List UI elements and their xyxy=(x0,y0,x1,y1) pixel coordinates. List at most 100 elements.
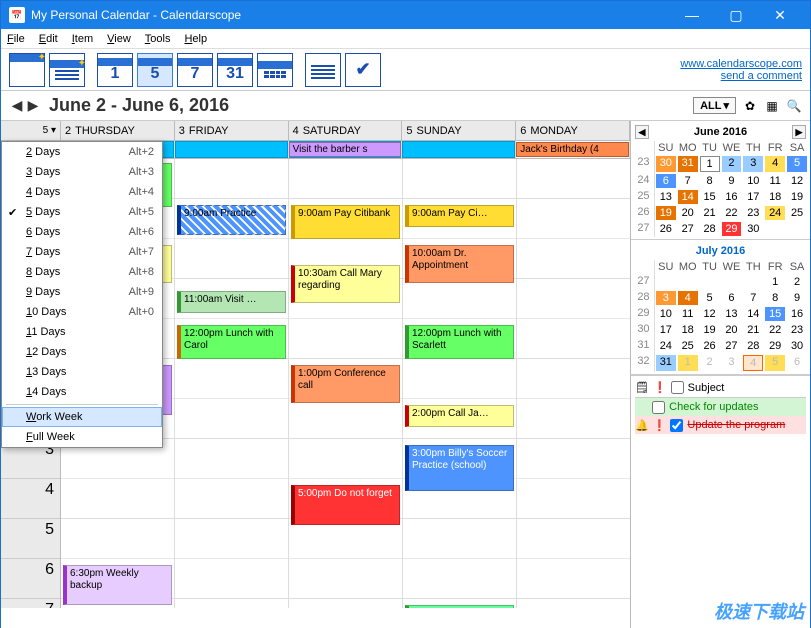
mini-cal-day[interactable]: 3 xyxy=(656,291,676,305)
mini-cal-day[interactable]: 11 xyxy=(678,307,698,321)
task-select-all[interactable] xyxy=(671,381,684,394)
mini-cal-day[interactable]: 4 xyxy=(765,156,785,172)
mini-cal-day[interactable]: 13 xyxy=(656,190,676,204)
mini-cal-day[interactable]: 26 xyxy=(656,222,676,236)
mini-cal-day[interactable]: 16 xyxy=(787,307,807,321)
prev-range-button[interactable]: ◀ xyxy=(9,96,25,116)
mini-cal-day[interactable]: 19 xyxy=(656,206,676,220)
close-button[interactable]: ✕ xyxy=(758,1,802,29)
calendar-event[interactable]: 9:00am Practice xyxy=(177,205,286,235)
mini-cal-day[interactable]: 31 xyxy=(678,156,698,172)
menu-tools[interactable]: Tools xyxy=(145,33,171,45)
tool-tasks[interactable]: ✔ xyxy=(345,53,381,87)
link-comment[interactable]: send a comment xyxy=(680,70,802,82)
dropdown-item[interactable]: 14 Days xyxy=(2,382,162,402)
mini-cal-day[interactable]: 13 xyxy=(722,307,742,321)
allday-event[interactable]: Visit the barber s xyxy=(289,142,402,157)
mini-cal-day[interactable]: 29 xyxy=(722,222,742,236)
dropdown-item[interactable]: 12 Days xyxy=(2,342,162,362)
days-count-dropdown[interactable]: 5 ▾ xyxy=(1,121,61,140)
mini-cal-day[interactable]: 15 xyxy=(765,307,785,321)
mini-cal-day[interactable]: 21 xyxy=(700,206,720,220)
mini-cal-day[interactable]: 25 xyxy=(787,206,807,220)
calendar-event[interactable]: 9:00am Pay Ci… xyxy=(405,205,514,227)
mini-cal-day[interactable]: 27 xyxy=(678,222,698,236)
mini-cal-day[interactable]: 8 xyxy=(700,174,720,188)
mini-cal-day[interactable]: 18 xyxy=(678,323,698,337)
mini-cal-day[interactable]: 28 xyxy=(743,339,763,353)
mini-cal-day[interactable]: 21 xyxy=(743,323,763,337)
mini-cal-day[interactable]: 4 xyxy=(743,355,763,371)
mini-cal-day[interactable]: 1 xyxy=(765,275,785,289)
calendar-event[interactable]: 1:00pm Conference call xyxy=(291,365,400,403)
mini-cal-day[interactable] xyxy=(765,222,785,236)
mini-cal-day[interactable]: 27 xyxy=(722,339,742,353)
tool-7day[interactable]: 7 xyxy=(177,53,213,87)
menu-edit[interactable]: Edit xyxy=(39,33,58,45)
mini-cal-day[interactable]: 11 xyxy=(765,174,785,188)
calendar-event[interactable]: 3:00pm Billy's Soccer Practice (school) xyxy=(405,445,514,491)
task-checkbox[interactable] xyxy=(670,419,683,432)
mini-cal-day[interactable]: 5 xyxy=(787,156,807,172)
mini-cal-day[interactable]: 30 xyxy=(656,156,676,172)
mini-cal-day[interactable]: 12 xyxy=(700,307,720,321)
mini-cal-day[interactable]: 19 xyxy=(787,190,807,204)
mini-cal-day[interactable]: 3 xyxy=(743,156,763,172)
mini-cal-day[interactable]: 5 xyxy=(765,355,785,371)
calendar-event[interactable]: 12:00pm Lunch with Carol xyxy=(177,325,286,359)
mini-cal-day[interactable]: 24 xyxy=(765,206,785,220)
calendar-event[interactable]: 12:00pm Lunch with Scarlett xyxy=(405,325,514,359)
dropdown-item[interactable]: 11 Days xyxy=(2,322,162,342)
tool-1day[interactable]: 1 xyxy=(97,53,133,87)
next-month-button[interactable]: ▶ xyxy=(792,125,806,139)
mini-cal-day[interactable]: 10 xyxy=(656,307,676,321)
mini-cal-day[interactable]: 19 xyxy=(700,323,720,337)
mini-cal-day[interactable]: 2 xyxy=(700,355,720,371)
mini-cal-day[interactable]: 30 xyxy=(787,339,807,353)
dropdown-item[interactable]: 2 DaysAlt+2 xyxy=(2,142,162,162)
calendar-event[interactable]: 10:00am Dr. Appointment xyxy=(405,245,514,283)
mini-cal-day[interactable]: 28 xyxy=(700,222,720,236)
mini-cal-day[interactable]: 5 xyxy=(700,291,720,305)
mini-cal-day[interactable]: 17 xyxy=(656,323,676,337)
mini-cal-day[interactable] xyxy=(722,275,742,289)
calendar-event[interactable]: 7:30pm xyxy=(405,605,514,608)
mini-cal-day[interactable]: 14 xyxy=(743,307,763,321)
mini-cal-day[interactable]: 1 xyxy=(700,156,720,172)
menu-help[interactable]: Help xyxy=(184,33,207,45)
next-range-button[interactable]: ▶ xyxy=(25,96,41,116)
task-row[interactable]: 🔔❗Update the program xyxy=(635,416,806,434)
mini-cal-day[interactable] xyxy=(743,275,763,289)
mini-cal-day[interactable]: 2 xyxy=(787,275,807,289)
maximize-button[interactable]: ▢ xyxy=(714,1,758,29)
mini-cal-day[interactable]: 23 xyxy=(787,323,807,337)
allday-event[interactable]: Jack's Birthday (4 xyxy=(516,142,629,157)
mini-cal-day[interactable]: 29 xyxy=(765,339,785,353)
filter-all-button[interactable]: ALL▾ xyxy=(693,97,736,114)
mini-cal-day[interactable]: 6 xyxy=(722,291,742,305)
mini-cal-day[interactable]: 9 xyxy=(722,174,742,188)
mini-cal-day[interactable]: 26 xyxy=(700,339,720,353)
tool-new-day[interactable]: ✦ xyxy=(9,53,45,87)
mini-cal-day[interactable]: 16 xyxy=(722,190,742,204)
calendar-event[interactable]: 2:00pm Call Ja… xyxy=(405,405,514,427)
mini-cal-day[interactable]: 6 xyxy=(787,355,807,371)
mini-cal-day[interactable] xyxy=(700,275,720,289)
dropdown-item[interactable]: 13 Days xyxy=(2,362,162,382)
mini-cal-day[interactable]: 6 xyxy=(656,174,676,188)
mini-cal-day[interactable]: 3 xyxy=(722,355,742,371)
mini-cal-day[interactable]: 12 xyxy=(787,174,807,188)
dropdown-item[interactable]: 8 DaysAlt+8 xyxy=(2,262,162,282)
tool-month[interactable] xyxy=(257,53,293,87)
task-row[interactable]: Check for updates xyxy=(635,398,806,416)
tool-31day[interactable]: 31 xyxy=(217,53,253,87)
mini-cal-day[interactable]: 25 xyxy=(678,339,698,353)
calendar-event[interactable]: 5:00pm Do not forget xyxy=(291,485,400,525)
mini-cal-day[interactable]: 22 xyxy=(765,323,785,337)
dropdown-item[interactable]: 4 DaysAlt+4 xyxy=(2,182,162,202)
grid-icon[interactable]: ▦ xyxy=(764,98,780,114)
mini-cal-day[interactable]: 7 xyxy=(678,174,698,188)
mini-cal-day[interactable]: 1 xyxy=(678,355,698,371)
mini-cal-day[interactable]: 18 xyxy=(765,190,785,204)
tool-new-week[interactable]: ✦ xyxy=(49,53,85,87)
